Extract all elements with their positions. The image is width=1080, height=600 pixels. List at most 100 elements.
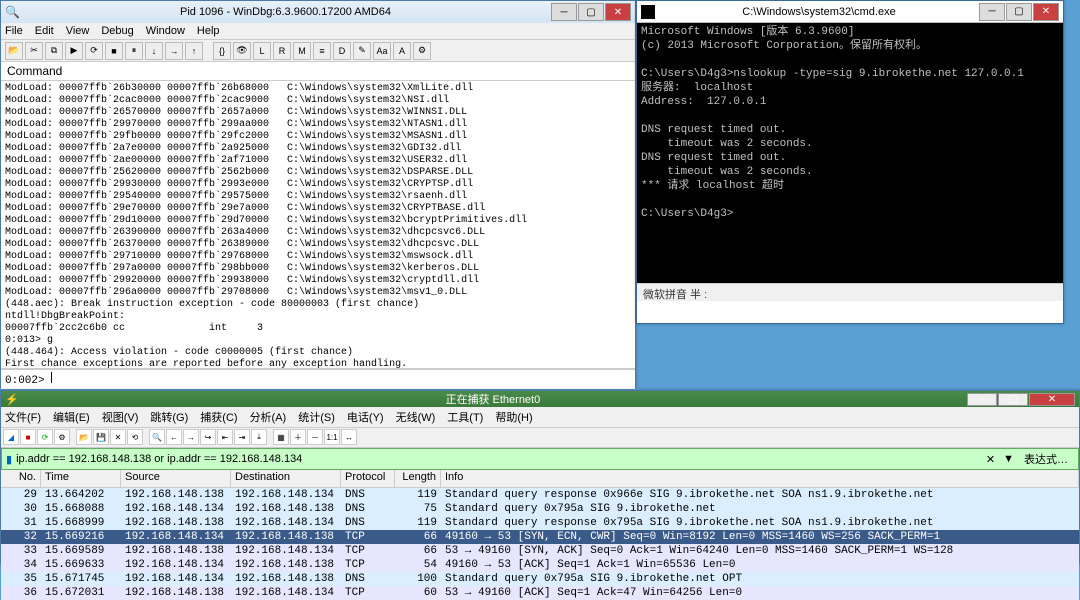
header-info[interactable]: Info: [441, 470, 1079, 487]
tb-registers-icon[interactable]: R: [273, 42, 291, 60]
tb-watch-icon[interactable]: 👁: [233, 42, 251, 60]
tb-copy-icon[interactable]: ⧉: [45, 42, 63, 60]
packet-row[interactable]: 3315.669589192.168.148.138192.168.148.13…: [1, 544, 1079, 558]
tb-reload-icon[interactable]: ⟲: [127, 429, 143, 445]
tb-save-icon[interactable]: 💾: [93, 429, 109, 445]
expression-button[interactable]: 表达式…: [1018, 451, 1074, 467]
packet-row[interactable]: 3015.668088192.168.148.134192.168.148.13…: [1, 502, 1079, 516]
menu-window[interactable]: Window: [146, 25, 185, 37]
packet-row[interactable]: 3215.669216192.168.148.134192.168.148.13…: [1, 530, 1079, 544]
minimize-button[interactable]: ─: [551, 3, 577, 21]
header-destination[interactable]: Destination: [231, 470, 341, 487]
tb-cut-icon[interactable]: ✂: [25, 42, 43, 60]
windbg-titlebar[interactable]: 🔍 Pid 1096 - WinDbg:6.3.9600.17200 AMD64…: [1, 1, 635, 23]
tb-source-icon[interactable]: Aa: [373, 42, 391, 60]
close-button[interactable]: ✕: [1033, 3, 1059, 21]
tb-font-icon[interactable]: A: [393, 42, 411, 60]
packet-list[interactable]: 2913.664202192.168.148.138192.168.148.13…: [1, 488, 1079, 600]
menu-file[interactable]: 文件(F): [5, 409, 41, 425]
tb-scratch-icon[interactable]: ✎: [353, 42, 371, 60]
cmd-body[interactable]: Microsoft Windows [版本 6.3.9600] (c) 2013…: [637, 23, 1063, 283]
close-button[interactable]: ✕: [1029, 393, 1075, 406]
tb-restart-icon[interactable]: ⟳: [85, 42, 103, 60]
tb-break-icon[interactable]: ⏸: [125, 42, 143, 60]
tb-resize-cols-icon[interactable]: ↔: [341, 429, 357, 445]
cmd-titlebar[interactable]: C:\Windows\system32\cmd.exe ─ ▢ ✕: [637, 1, 1063, 23]
tb-stop-capture-icon[interactable]: ■: [20, 429, 36, 445]
maximize-button[interactable]: ▢: [578, 3, 604, 21]
maximize-button[interactable]: ▢: [1006, 3, 1032, 21]
menu-statistics[interactable]: 统计(S): [298, 409, 335, 425]
filter-apply-icon[interactable]: ▼: [1003, 453, 1014, 465]
packet-row[interactable]: 2913.664202192.168.148.138192.168.148.13…: [1, 488, 1079, 502]
menu-view[interactable]: 视图(V): [102, 409, 139, 425]
tb-prev-icon[interactable]: ←: [166, 429, 182, 445]
menu-wireless[interactable]: 无线(W): [396, 409, 436, 425]
menu-go[interactable]: 跳转(G): [150, 409, 188, 425]
header-time[interactable]: Time: [41, 470, 121, 487]
tb-start-capture-icon[interactable]: ◢: [3, 429, 19, 445]
tb-autoscroll-icon[interactable]: ⤓: [251, 429, 267, 445]
tb-options-icon[interactable]: ⚙: [54, 429, 70, 445]
tb-cmd-icon[interactable]: {}: [213, 42, 231, 60]
tb-zoom-out-icon[interactable]: －: [307, 429, 323, 445]
minimize-button[interactable]: ─: [979, 3, 1005, 21]
menu-edit[interactable]: 编辑(E): [53, 409, 90, 425]
tb-next-icon[interactable]: →: [183, 429, 199, 445]
packet-row[interactable]: 3615.672031192.168.148.138192.168.148.13…: [1, 586, 1079, 600]
packet-list-headers[interactable]: No. Time Source Destination Protocol Len…: [1, 470, 1079, 488]
menu-edit[interactable]: Edit: [35, 25, 54, 37]
header-source[interactable]: Source: [121, 470, 231, 487]
tb-step-out-icon[interactable]: ↑: [185, 42, 203, 60]
prompt-text: 0:002>: [5, 375, 45, 387]
tb-stack-icon[interactable]: ≡: [313, 42, 331, 60]
tb-stop-icon[interactable]: ■: [105, 42, 123, 60]
menu-analyze[interactable]: 分析(A): [250, 409, 287, 425]
tb-find-icon[interactable]: 🔍: [149, 429, 165, 445]
packet-row[interactable]: 3115.668999192.168.148.138192.168.148.13…: [1, 516, 1079, 530]
tb-memory-icon[interactable]: M: [293, 42, 311, 60]
header-no[interactable]: No.: [1, 470, 41, 487]
tb-last-icon[interactable]: ⇥: [234, 429, 250, 445]
tb-locals-icon[interactable]: L: [253, 42, 271, 60]
filter-clear-icon[interactable]: ✕: [986, 453, 995, 466]
tb-colorize-icon[interactable]: ▦: [273, 429, 289, 445]
tb-first-icon[interactable]: ⇤: [217, 429, 233, 445]
close-button[interactable]: ✕: [605, 3, 631, 21]
windbg-prompt[interactable]: 0:002>: [1, 369, 635, 389]
packet-row[interactable]: 3515.671745192.168.148.134192.168.148.13…: [1, 572, 1079, 586]
windbg-toolbar: 📂 ✂ ⧉ ▶ ⟳ ■ ⏸ ↓ → ↑ {} 👁 L R M ≡ D ✎ Aa …: [1, 40, 635, 62]
menu-view[interactable]: View: [66, 25, 90, 37]
menu-help[interactable]: 帮助(H): [495, 409, 532, 425]
menu-debug[interactable]: Debug: [101, 25, 133, 37]
tb-restart-capture-icon[interactable]: ⟳: [37, 429, 53, 445]
tb-zoom-in-icon[interactable]: ＋: [290, 429, 306, 445]
windbg-output[interactable]: ModLoad: 00007ffb`26b30000 00007ffb`26b6…: [1, 81, 635, 369]
menu-telephony[interactable]: 电话(Y): [347, 409, 384, 425]
cmd-title: C:\Windows\system32\cmd.exe: [659, 6, 979, 18]
wireshark-titlebar[interactable]: ⚡ 正在捕获 Ethernet0 ─ ▢ ✕: [1, 391, 1079, 407]
wireshark-menubar: 文件(F) 编辑(E) 视图(V) 跳转(G) 捕获(C) 分析(A) 统计(S…: [1, 407, 1079, 428]
menu-tools[interactable]: 工具(T): [447, 409, 483, 425]
tb-zoom-reset-icon[interactable]: 1:1: [324, 429, 340, 445]
tb-step-into-icon[interactable]: ↓: [145, 42, 163, 60]
tb-close-icon[interactable]: ✕: [110, 429, 126, 445]
tb-goto-icon[interactable]: ↪: [200, 429, 216, 445]
tb-open-icon[interactable]: 📂: [5, 42, 23, 60]
filter-icon[interactable]: ▮: [6, 453, 12, 466]
tb-run-icon[interactable]: ▶: [65, 42, 83, 60]
windbg-menubar: File Edit View Debug Window Help: [1, 23, 635, 40]
menu-file[interactable]: File: [5, 25, 23, 37]
packet-row[interactable]: 3415.669633192.168.148.134192.168.148.13…: [1, 558, 1079, 572]
tb-options-icon[interactable]: ⚙: [413, 42, 431, 60]
menu-help[interactable]: Help: [197, 25, 220, 37]
minimize-button[interactable]: ─: [967, 393, 997, 406]
display-filter-input[interactable]: [16, 453, 982, 465]
header-protocol[interactable]: Protocol: [341, 470, 395, 487]
menu-capture[interactable]: 捕获(C): [200, 409, 237, 425]
maximize-button[interactable]: ▢: [998, 393, 1028, 406]
tb-disasm-icon[interactable]: D: [333, 42, 351, 60]
tb-step-over-icon[interactable]: →: [165, 42, 183, 60]
header-length[interactable]: Length: [395, 470, 441, 487]
tb-open-icon[interactable]: 📂: [76, 429, 92, 445]
